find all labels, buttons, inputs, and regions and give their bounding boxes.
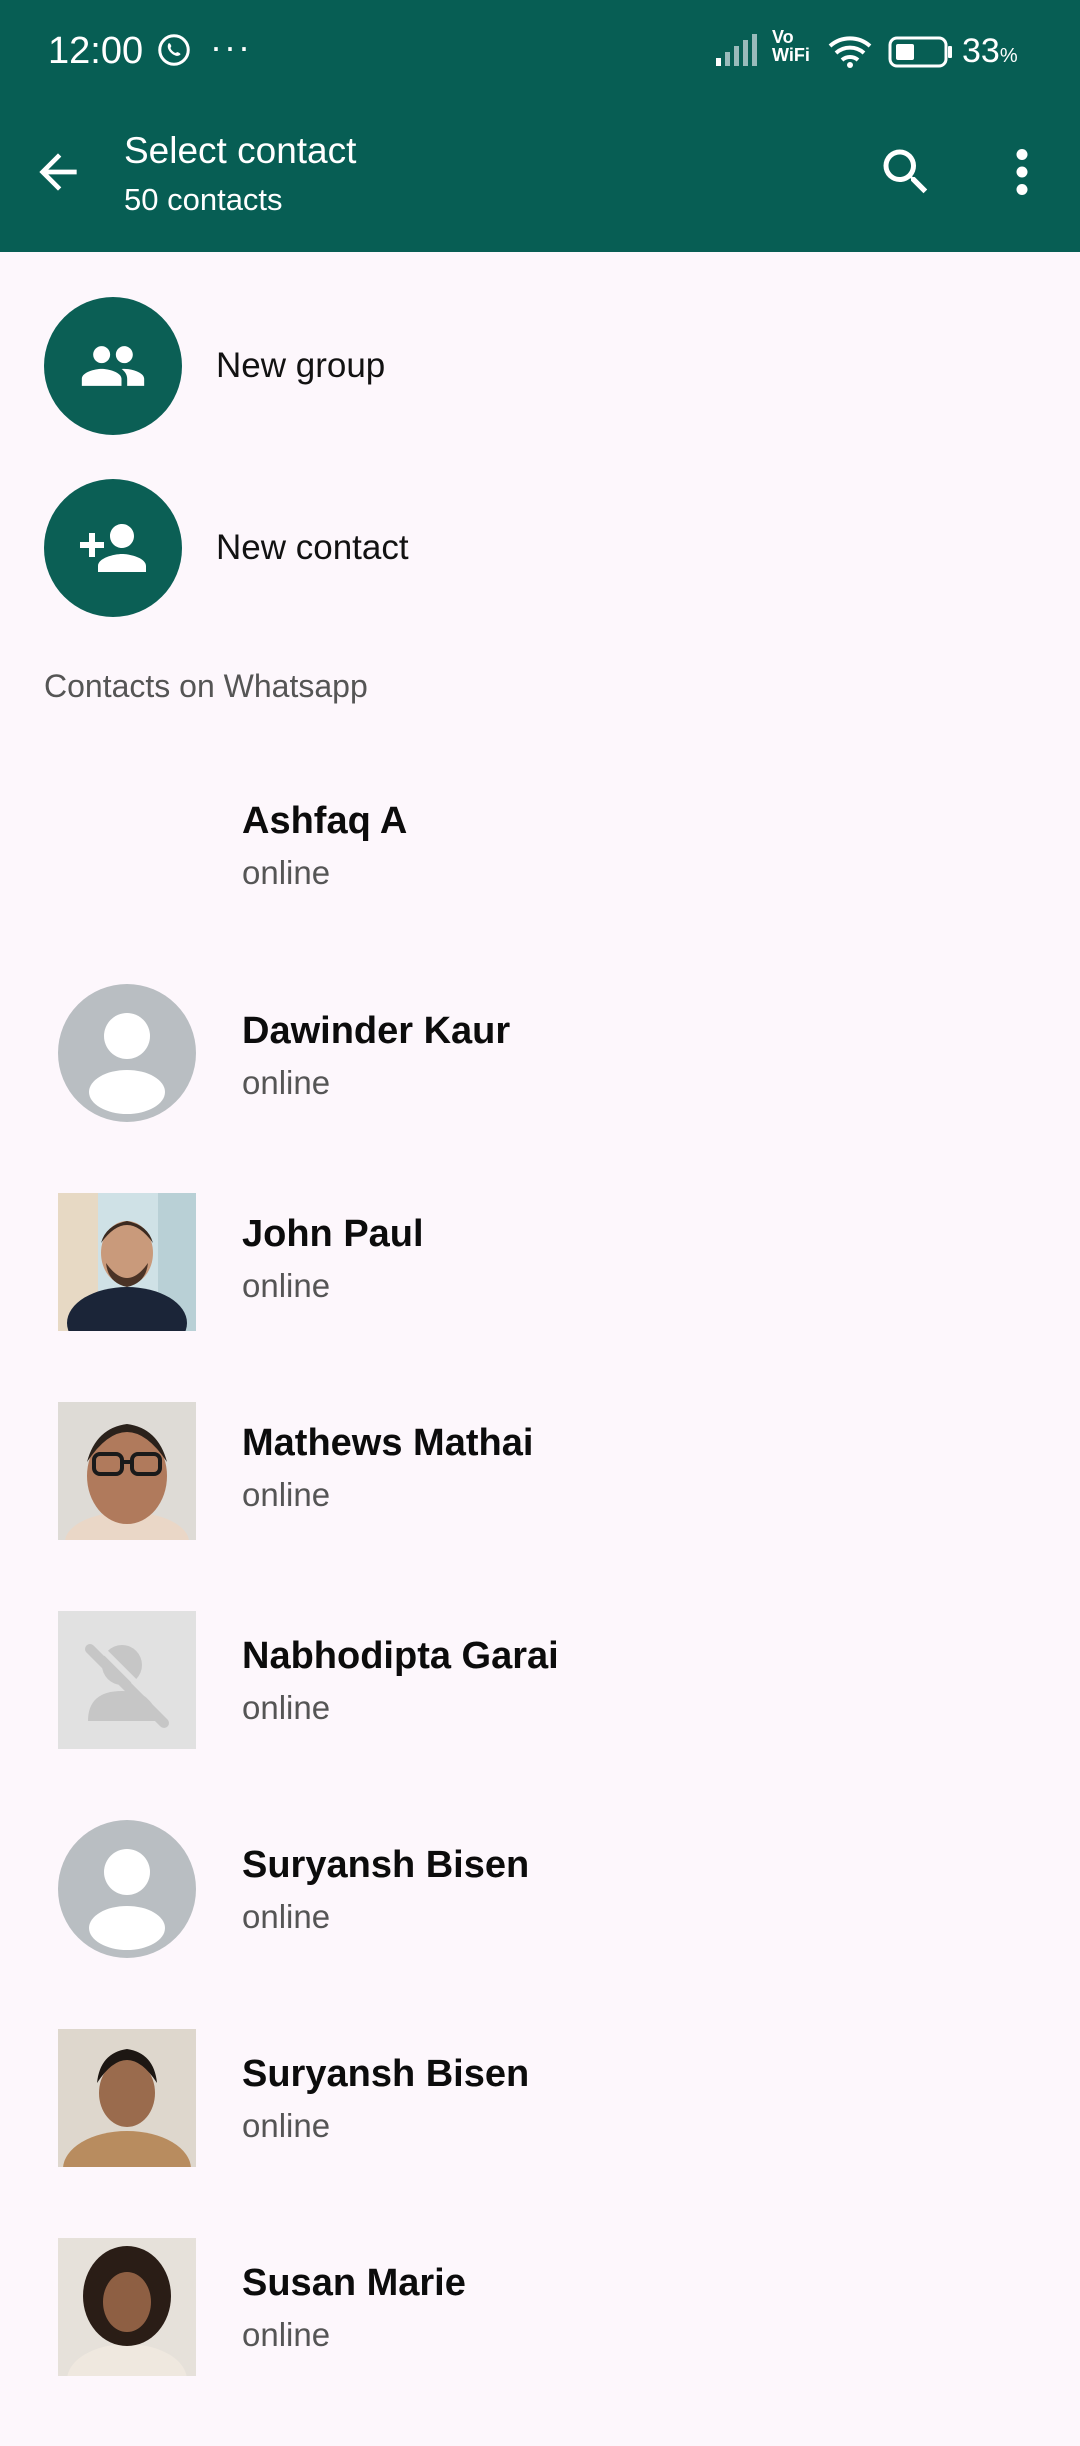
new-group-row[interactable]: New group: [0, 252, 1080, 435]
contact-name: Ashfaq A: [242, 800, 408, 842]
more-notifications-icon: ···: [210, 26, 252, 67]
page-title: Select contact: [124, 130, 357, 171]
contact-status: online: [242, 2107, 331, 2144]
vowifi-top: Vo: [772, 27, 794, 47]
contact-row[interactable]: Susan Marie online: [0, 2238, 1080, 2446]
contact-photo-avatar: [58, 1193, 196, 1331]
contact-row[interactable]: Mathews Mathai online: [0, 1402, 1080, 1610]
battery-percent: 33%: [962, 32, 1018, 71]
contact-photo-avatar: [58, 2029, 196, 2167]
contact-status: online: [242, 1898, 331, 1935]
status-bar: 12:00 ··· Vo WiFi 33%: [0, 0, 1080, 108]
contacts-count: 50 contacts: [124, 182, 283, 217]
contact-photo-avatar: [58, 2238, 196, 2376]
default-avatar-icon: [58, 1820, 196, 1958]
wifi-icon: [828, 36, 872, 68]
contact-row[interactable]: Suryansh Bisen online: [0, 2029, 1080, 2237]
contact-row[interactable]: Ashfaq A online: [0, 798, 1080, 1006]
new-contact-avatar: [44, 479, 182, 617]
new-contact-label: New contact: [216, 528, 409, 567]
battery-value: 33: [962, 32, 1000, 70]
contact-status: online: [242, 1689, 331, 1726]
new-group-avatar: [44, 297, 182, 435]
contact-status: online: [242, 854, 331, 891]
contact-name: Nabhodipta Garai: [242, 1635, 559, 1677]
signal-icon: [716, 34, 757, 66]
contact-name: Dawinder Kaur: [242, 1010, 511, 1052]
contact-status: online: [242, 1267, 331, 1304]
app-bar: 12:00 ··· Vo WiFi 33% Select contact 50 …: [0, 0, 1080, 252]
contact-row[interactable]: Suryansh Bisen online: [0, 1820, 1080, 2028]
vowifi-icon: Vo WiFi: [772, 28, 810, 64]
toolbar: Select contact 50 contacts: [0, 108, 1080, 252]
contact-row[interactable]: Dawinder Kaur online: [0, 984, 1080, 1192]
back-arrow-icon[interactable]: [30, 144, 86, 200]
contact-name: Suryansh Bisen: [242, 2053, 530, 2095]
battery-unit: %: [999, 45, 1018, 67]
section-header: Contacts on Whatsapp: [44, 668, 368, 704]
battery-icon: [888, 36, 952, 68]
new-group-label: New group: [216, 346, 386, 385]
hidden-photo-icon: [58, 1611, 196, 1749]
add-person-icon: [80, 524, 146, 572]
more-options-icon[interactable]: [1000, 142, 1044, 202]
group-icon: [81, 346, 145, 386]
whatsapp-notification-icon: [158, 34, 190, 66]
contact-row[interactable]: John Paul online: [0, 1193, 1080, 1401]
default-avatar-icon: [58, 984, 196, 1122]
contact-photo-avatar: [58, 1402, 196, 1540]
contact-status: online: [242, 1064, 331, 1101]
contact-name: Susan Marie: [242, 2262, 466, 2304]
contact-status: online: [242, 2316, 331, 2353]
contact-name: Suryansh Bisen: [242, 1844, 530, 1886]
new-contact-row[interactable]: New contact: [0, 434, 1080, 617]
status-time: 12:00: [48, 30, 144, 72]
contact-row[interactable]: Nabhodipta Garai online: [0, 1611, 1080, 1819]
vowifi-bottom: WiFi: [772, 45, 810, 65]
contact-name: Mathews Mathai: [242, 1422, 534, 1464]
contact-status: online: [242, 1476, 331, 1513]
search-icon[interactable]: [876, 142, 936, 202]
contact-name: John Paul: [242, 1213, 424, 1255]
